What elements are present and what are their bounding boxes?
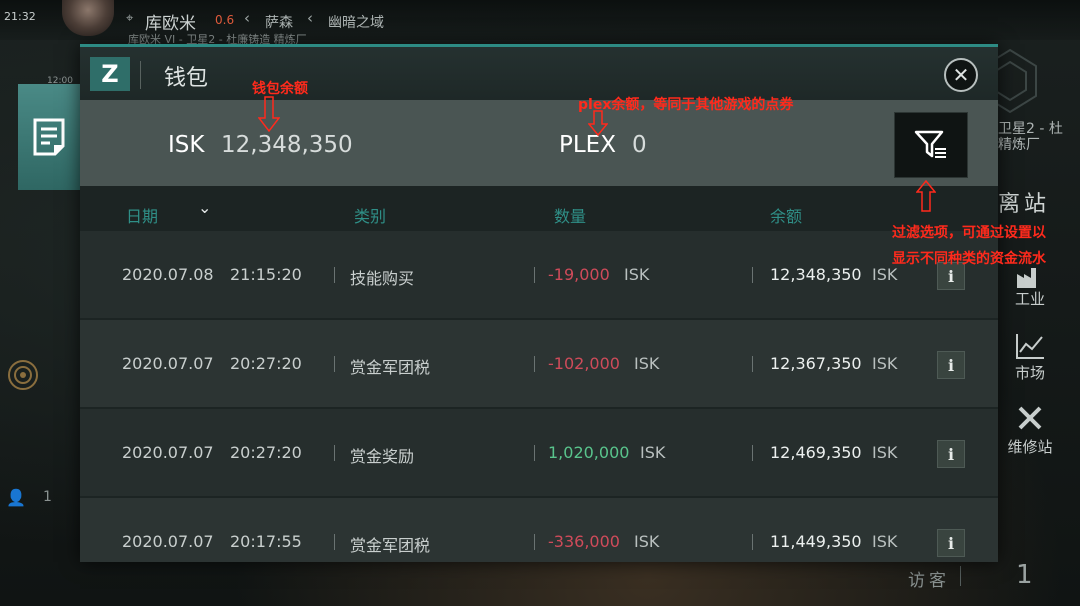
row-date: 2020.07.07 — [122, 354, 214, 373]
column-header-date[interactable]: 日期 — [126, 203, 158, 227]
balance-bar — [80, 100, 998, 186]
row-amount-currency: ISK — [640, 443, 666, 462]
annotation-plex-balance: plex余额，等同于其他游戏的点券 — [578, 97, 794, 113]
chevron-left-icon: ‹ — [244, 9, 250, 27]
row-divider — [752, 267, 753, 283]
location-pin-icon: ⌖ — [126, 11, 134, 26]
row-amount: -102,000 — [548, 354, 620, 373]
row-divider — [534, 356, 535, 372]
row-balance-currency: ISK — [872, 443, 898, 462]
table-row[interactable]: 2020.07.07 20:27:20 赏金军团税 -102,000 ISK 1… — [80, 320, 998, 407]
row-date: 2020.07.07 — [122, 532, 214, 551]
person-icon: 👤 — [6, 488, 26, 507]
table-row[interactable]: 2020.07.07 20:17:55 赏金军团税 -336,000 ISK 1… — [80, 498, 998, 562]
row-divider — [752, 356, 753, 372]
row-time: 21:15:20 — [230, 265, 302, 284]
annotation-arrow-down-icon — [588, 110, 608, 136]
filter-button[interactable] — [894, 112, 968, 178]
table-row[interactable]: 2020.07.07 20:27:20 赏金奖励 1,020,000 ISK 1… — [80, 409, 998, 496]
isk-label: ISK — [168, 132, 205, 158]
row-date: 2020.07.08 — [122, 265, 214, 284]
pilot-count: 1 — [43, 489, 52, 505]
row-type: 赏金奖励 — [350, 447, 415, 466]
column-header-type[interactable]: 类别 — [354, 203, 386, 227]
row-balance: 12,469,350 — [770, 443, 862, 462]
info-icon: i — [947, 444, 955, 464]
info-icon: i — [947, 533, 955, 553]
row-divider — [334, 267, 335, 283]
row-balance-currency: ISK — [872, 354, 898, 373]
info-button[interactable]: i — [937, 440, 965, 468]
row-type: 赏金军团税 — [350, 536, 431, 555]
annotation-filter-line-1: 过滤选项，可通过设置以 — [892, 225, 1046, 241]
undock-button[interactable]: 离站 — [998, 186, 1050, 218]
row-divider — [752, 445, 753, 461]
wallet-nav-tile[interactable] — [18, 84, 80, 190]
clock: 21:32 — [4, 10, 36, 23]
row-amount: -19,000 — [548, 265, 610, 284]
row-amount-currency: ISK — [624, 265, 650, 284]
annotation-filter-line-2: 显示不同种类的资金流水 — [892, 251, 1046, 267]
table-row[interactable]: 2020.07.08 21:15:20 技能购买 -19,000 ISK 12,… — [80, 231, 998, 318]
wallet-window: Z 钱包 ✕ ISK 12,348,350 PLEX 0 日期 ⌄ 类别 数量 … — [80, 44, 998, 562]
isk-balance: 12,348,350 — [221, 132, 353, 158]
row-divider — [752, 534, 753, 550]
row-balance-currency: ISK — [872, 532, 898, 551]
security-status: 0.6 — [215, 13, 235, 27]
row-amount: 1,020,000 — [548, 443, 630, 462]
visitor-label[interactable]: 访客 — [908, 566, 950, 591]
window-accent-line — [80, 44, 998, 47]
constellation-name[interactable]: 幽暗之域 — [328, 12, 384, 32]
annotation-wallet-balance: 钱包余额 — [252, 81, 308, 97]
plex-balance: 0 — [632, 132, 647, 158]
info-icon: i — [947, 355, 955, 375]
wrench-icon[interactable] — [1014, 404, 1046, 432]
wallet-header: Z 钱包 ✕ — [80, 47, 998, 100]
visitor-divider — [960, 566, 961, 586]
chevron-left-icon: ‹ — [307, 9, 313, 27]
document-icon — [33, 118, 65, 156]
station-line-2: 精炼厂 — [998, 137, 1040, 153]
market-button[interactable]: 市场 — [1000, 362, 1060, 383]
row-divider — [334, 445, 335, 461]
close-button[interactable]: ✕ — [944, 58, 978, 92]
row-balance: 12,348,350 — [770, 265, 862, 284]
column-header-balance[interactable]: 余额 — [770, 203, 802, 227]
row-balance: 12,367,350 — [770, 354, 862, 373]
row-divider — [334, 534, 335, 550]
annotation-arrow-down-icon — [258, 96, 280, 132]
info-icon: i — [947, 266, 955, 286]
chart-icon[interactable] — [1014, 332, 1046, 360]
row-amount: -336,000 — [548, 532, 620, 551]
z-logo-icon: Z — [90, 57, 130, 91]
chevron-down-icon[interactable]: ⌄ — [198, 198, 211, 217]
annotation-arrow-up-icon — [916, 180, 936, 212]
header-divider — [140, 61, 141, 89]
row-time: 20:27:20 — [230, 443, 302, 462]
industry-button[interactable]: 工业 — [1000, 288, 1060, 309]
row-type: 赏金军团税 — [350, 358, 431, 377]
info-button[interactable]: i — [937, 351, 965, 379]
row-amount-currency: ISK — [634, 532, 660, 551]
repair-button[interactable]: 维修站 — [1000, 436, 1060, 457]
row-balance: 11,449,350 — [770, 532, 862, 551]
row-time: 20:17:55 — [230, 532, 302, 551]
visitor-count: 1 — [1016, 560, 1033, 590]
row-divider — [334, 356, 335, 372]
row-date: 2020.07.07 — [122, 443, 214, 462]
column-header-amount[interactable]: 数量 — [554, 203, 586, 227]
row-divider — [534, 267, 535, 283]
region-name[interactable]: 萨森 — [265, 12, 293, 32]
row-time: 20:27:20 — [230, 354, 302, 373]
target-icon[interactable] — [6, 358, 40, 392]
info-button[interactable]: i — [937, 529, 965, 557]
row-divider — [534, 534, 535, 550]
close-icon: ✕ — [952, 63, 970, 87]
filter-icon — [914, 130, 946, 158]
row-divider — [534, 445, 535, 461]
page-title: 钱包 — [164, 66, 209, 91]
row-amount-currency: ISK — [634, 354, 660, 373]
row-type: 技能购买 — [350, 269, 415, 288]
